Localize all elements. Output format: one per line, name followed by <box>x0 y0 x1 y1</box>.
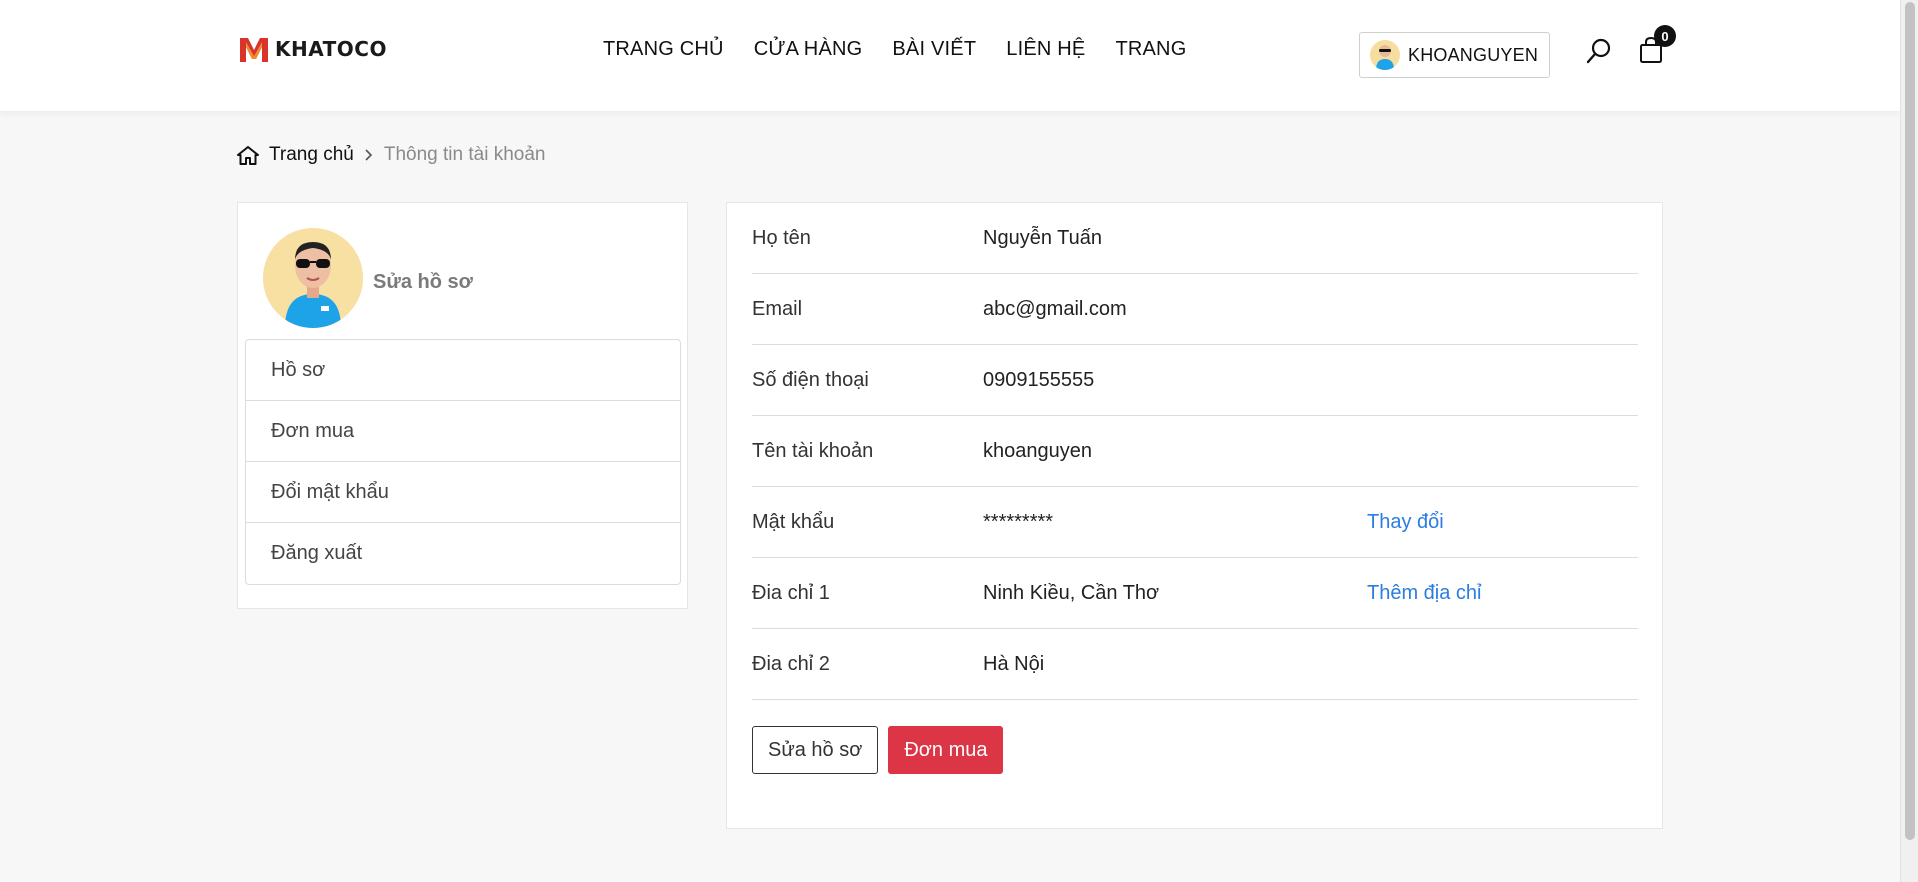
info-label: Đia chỉ 2 <box>752 652 830 675</box>
profile-details-card: Họ tên Nguyễn Tuấn Email abc@gmail.com S… <box>726 202 1663 829</box>
username-label: KHOANGUYEN <box>1408 44 1539 65</box>
info-value: ********* <box>983 510 1054 533</box>
main-nav: TRANG CHỦ CỬA HÀNG BÀI VIẾT LIÊN HỆ TRAN… <box>603 38 1186 61</box>
info-label: Số điện thoại <box>752 368 869 391</box>
site-header: KHATOCO TRANG CHỦ CỬA HÀNG BÀI VIẾT LIÊN… <box>0 0 1900 111</box>
add-address-link[interactable]: Thêm địa chỉ <box>1367 582 1482 605</box>
site-logo[interactable]: KHATOCO <box>237 31 387 67</box>
nav-item-contact[interactable]: LIÊN HỆ <box>1006 38 1085 61</box>
logo-mark-icon <box>240 38 268 62</box>
nav-item-home[interactable]: TRANG CHỦ <box>603 38 724 61</box>
info-label: Email <box>752 297 803 320</box>
info-value: abc@gmail.com <box>983 297 1127 320</box>
info-value: khoanguyen <box>983 439 1092 462</box>
nav-item-blog[interactable]: BÀI VIẾT <box>892 38 976 61</box>
info-value: Nguyễn Tuấn <box>983 226 1102 249</box>
change-password-link[interactable]: Thay đổi <box>1367 511 1444 534</box>
info-row-phone: Số điện thoại 0909155555 <box>752 345 1638 416</box>
user-account-button[interactable]: KHOANGUYEN <box>1359 32 1550 78</box>
profile-info-table: Họ tên Nguyễn Tuấn Email abc@gmail.com S… <box>752 203 1638 700</box>
info-row-address-2: Đia chỉ 2 Hà Nội <box>752 629 1638 700</box>
page-scrollbar[interactable] <box>1900 0 1918 882</box>
orders-button[interactable]: Đơn mua <box>888 726 1004 774</box>
info-value: Ninh Kiều, Cần Thơ <box>983 581 1160 604</box>
nav-item-shop[interactable]: CỬA HÀNG <box>754 38 863 61</box>
menu-item-profile[interactable]: Hồ sơ <box>246 340 680 401</box>
search-icon[interactable] <box>1585 37 1613 65</box>
info-value: Hà Nội <box>983 652 1045 675</box>
chevron-right-icon <box>365 149 372 161</box>
info-value: 0909155555 <box>983 368 1095 391</box>
info-row-username: Tên tài khoản khoanguyen <box>752 416 1638 487</box>
menu-item-logout[interactable]: Đăng xuất <box>246 523 680 584</box>
info-row-email: Email abc@gmail.com <box>752 274 1638 345</box>
edit-profile-title[interactable]: Sửa hồ sơ <box>373 271 473 294</box>
info-label: Họ tên <box>752 226 811 249</box>
account-sidebar: Sửa hồ sơ Hồ sơ Đơn mua Đổi mật khẩu Đăn… <box>237 202 688 609</box>
avatar <box>263 228 363 328</box>
info-row-address-1: Đia chỉ 1 Ninh Kiều, Cần Thơ Thêm địa ch… <box>752 558 1638 629</box>
edit-profile-button[interactable]: Sửa hồ sơ <box>752 726 879 774</box>
home-icon <box>237 146 259 165</box>
info-label: Mật khẩu <box>752 510 835 533</box>
menu-item-change-password[interactable]: Đổi mật khẩu <box>246 462 680 523</box>
info-label: Tên tài khoản <box>752 439 874 462</box>
profile-actions: Sửa hồ sơ Đơn mua <box>752 726 1004 774</box>
profile-summary: Sửa hồ sơ <box>263 228 473 328</box>
nav-item-pages[interactable]: TRANG <box>1115 38 1186 61</box>
breadcrumb-home-link[interactable]: Trang chủ <box>269 144 354 166</box>
user-avatar <box>1370 40 1400 70</box>
logo-text: KHATOCO <box>275 37 387 61</box>
scrollbar-thumb[interactable] <box>1905 2 1915 840</box>
cart-count-badge: 0 <box>1654 25 1676 47</box>
account-menu: Hồ sơ Đơn mua Đổi mật khẩu Đăng xuất <box>245 339 681 585</box>
breadcrumb: Trang chủ Thông tin tài khoản <box>237 144 545 166</box>
info-row-fullname: Họ tên Nguyễn Tuấn <box>752 203 1638 274</box>
info-row-password: Mật khẩu ********* Thay đổi <box>752 487 1638 558</box>
menu-item-orders[interactable]: Đơn mua <box>246 401 680 462</box>
info-label: Đia chỉ 1 <box>752 581 830 604</box>
breadcrumb-current: Thông tin tài khoản <box>383 144 546 165</box>
